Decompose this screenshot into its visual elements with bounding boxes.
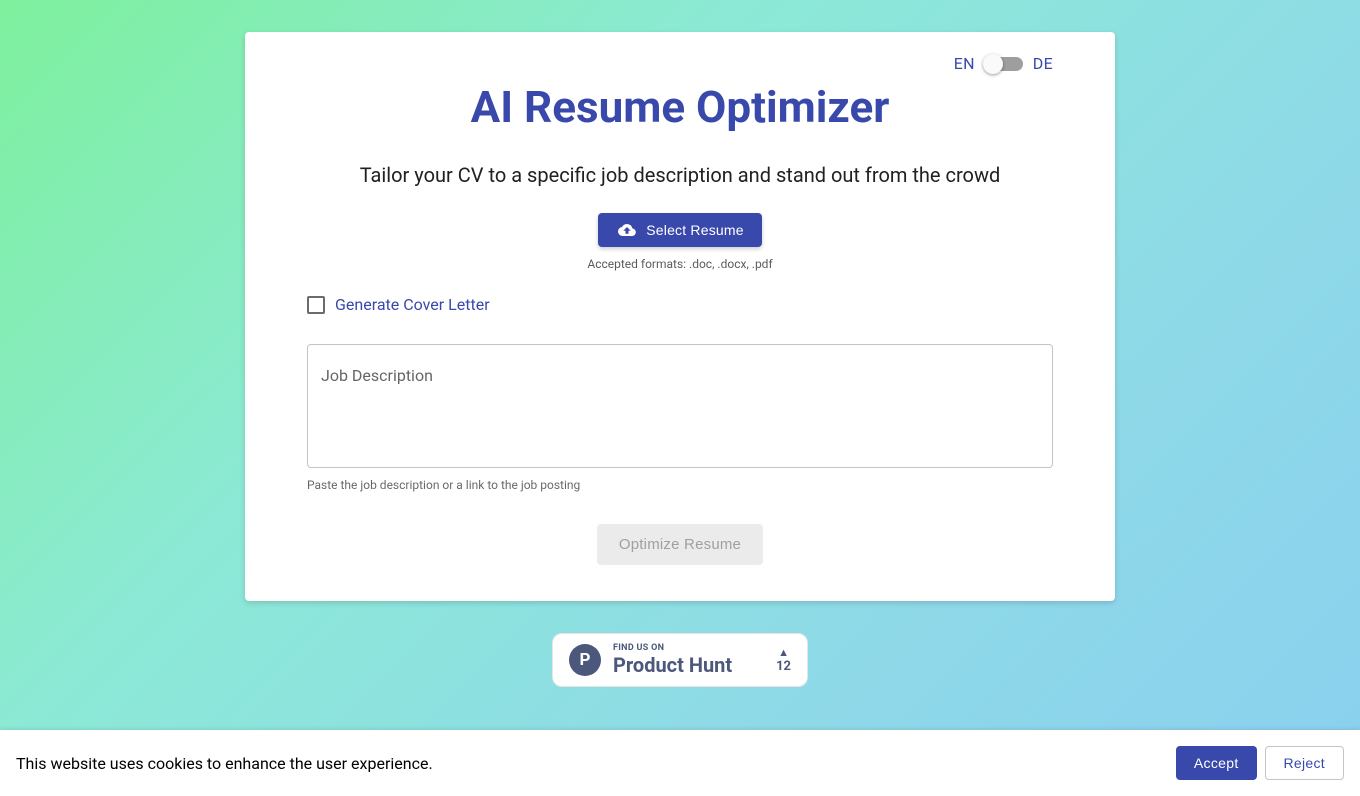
- accepted-formats: Accepted formats: .doc, .docx, .pdf: [307, 257, 1053, 271]
- page-subtitle: Tailor your CV to a specific job descrip…: [307, 163, 1053, 187]
- job-description-input[interactable]: [307, 344, 1053, 468]
- select-resume-button[interactable]: Select Resume: [598, 213, 762, 247]
- main-card: EN DE AI Resume Optimizer Tailor your CV…: [245, 32, 1115, 601]
- job-description-helper: Paste the job description or a link to t…: [307, 478, 1053, 492]
- cloud-upload-icon: [616, 221, 638, 239]
- select-resume-label: Select Resume: [646, 222, 744, 238]
- page-title: AI Resume Optimizer: [307, 81, 1053, 133]
- reject-button[interactable]: Reject: [1265, 746, 1344, 780]
- vote-count: 12: [776, 660, 791, 673]
- cover-letter-checkbox[interactable]: [307, 296, 325, 314]
- cookie-text: This website uses cookies to enhance the…: [16, 754, 1176, 773]
- language-switch[interactable]: [985, 57, 1023, 71]
- upvote-icon: ▲: [778, 647, 789, 658]
- product-hunt-badge[interactable]: P FIND US ON Product Hunt ▲ 12: [552, 633, 808, 687]
- cover-letter-label: Generate Cover Letter: [335, 295, 490, 314]
- product-hunt-name: Product Hunt: [613, 654, 764, 676]
- product-hunt-votes: ▲ 12: [776, 647, 791, 673]
- cover-letter-row: Generate Cover Letter: [307, 295, 1053, 314]
- language-toggle-row: EN DE: [307, 54, 1053, 73]
- optimize-resume-button[interactable]: Optimize Resume: [597, 524, 763, 565]
- optimize-section: Optimize Resume: [307, 524, 1053, 565]
- lang-en-label: EN: [954, 54, 975, 73]
- product-hunt-text: FIND US ON Product Hunt: [613, 644, 764, 676]
- product-hunt-icon: P: [569, 644, 601, 676]
- lang-de-label: DE: [1033, 54, 1053, 73]
- job-description-field: Job Description Paste the job descriptio…: [307, 344, 1053, 492]
- upload-section: Select Resume Accepted formats: .doc, .d…: [307, 213, 1053, 271]
- accept-button[interactable]: Accept: [1176, 746, 1257, 780]
- cookie-consent-bar: This website uses cookies to enhance the…: [0, 730, 1360, 796]
